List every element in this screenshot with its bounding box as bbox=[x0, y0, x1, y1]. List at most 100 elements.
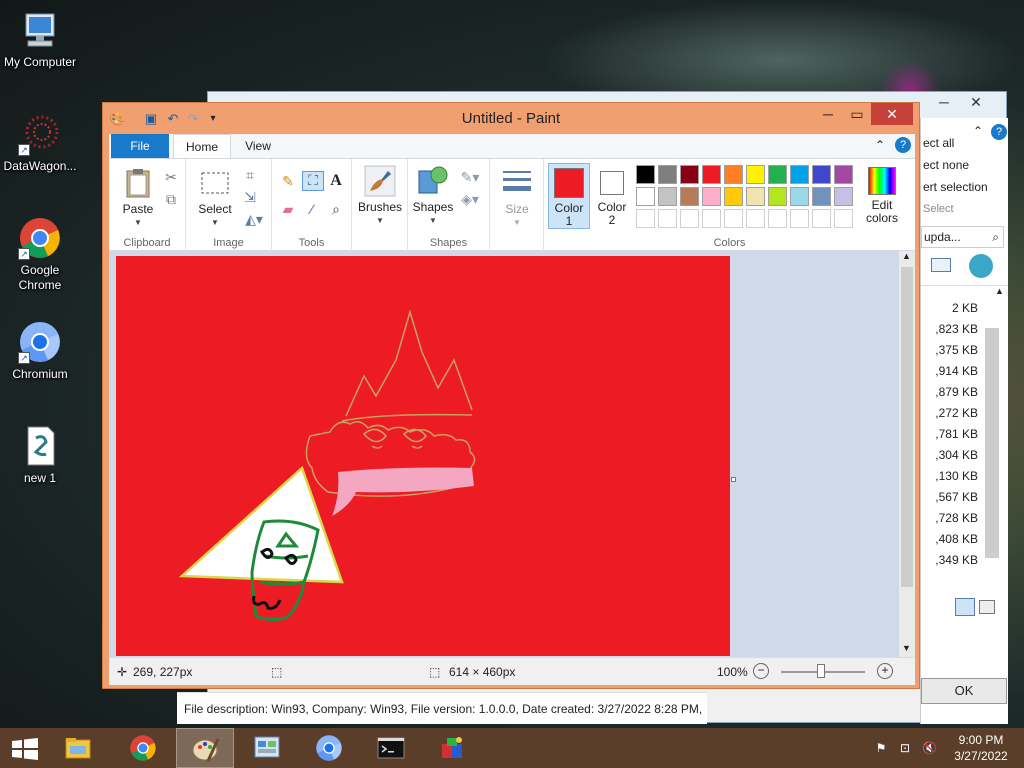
search-icon[interactable]: ⌕ bbox=[992, 227, 999, 247]
palette-swatch[interactable] bbox=[680, 165, 699, 184]
help-icon[interactable]: ? bbox=[991, 124, 1007, 140]
palette-swatch[interactable] bbox=[834, 187, 853, 206]
palette-swatch[interactable] bbox=[724, 165, 743, 184]
zoom-slider-thumb[interactable] bbox=[817, 664, 825, 678]
canvas-workspace[interactable]: ▲ ▼ bbox=[109, 251, 915, 657]
palette-swatch[interactable] bbox=[658, 187, 677, 206]
paint-window[interactable]: 🎨 ▣ ↶ ↷ ▾ Untitled - Paint ─ ▭ ✕ File Ho… bbox=[102, 102, 920, 689]
menu-select-none[interactable]: ect none bbox=[921, 154, 1008, 176]
taskbar-command-prompt[interactable] bbox=[362, 728, 420, 768]
magnifier-icon[interactable]: ⌕ bbox=[328, 201, 344, 217]
zoom-in-button[interactable]: + bbox=[877, 663, 893, 679]
palette-swatch[interactable] bbox=[812, 209, 831, 228]
resize-icon[interactable]: ⇲ bbox=[242, 189, 258, 205]
desktop-icon-my-computer[interactable]: My Computer bbox=[0, 8, 80, 70]
eraser-icon[interactable]: ▰ bbox=[280, 201, 296, 217]
clock[interactable]: 9:00 PM 3/27/2022 bbox=[946, 732, 1016, 764]
desktop-icon-google-chrome[interactable]: ↗ Google Chrome bbox=[0, 216, 80, 293]
palette-swatch[interactable] bbox=[812, 187, 831, 206]
palette-swatch[interactable] bbox=[768, 209, 787, 228]
palette-swatch[interactable] bbox=[834, 165, 853, 184]
palette-swatch[interactable] bbox=[812, 165, 831, 184]
ok-button[interactable]: OK bbox=[921, 678, 1007, 704]
palette-swatch[interactable] bbox=[680, 187, 699, 206]
desktop-icon-new-1[interactable]: new 1 bbox=[0, 424, 80, 486]
help-icon[interactable]: ? bbox=[895, 137, 911, 153]
scroll-up-icon[interactable]: ▲ bbox=[995, 286, 1004, 296]
tab-view[interactable]: View bbox=[233, 134, 283, 158]
maximize-button[interactable]: ▭ bbox=[843, 103, 871, 125]
taskbar-chrome[interactable] bbox=[114, 728, 172, 768]
taskbar-file-explorer[interactable] bbox=[49, 728, 107, 768]
palette-swatch[interactable] bbox=[790, 209, 809, 228]
tab-file[interactable]: File bbox=[111, 134, 169, 158]
scroll-up-icon[interactable]: ▲ bbox=[902, 251, 911, 261]
action-center-flag-icon[interactable]: ⚑ bbox=[874, 741, 888, 755]
palette-swatch[interactable] bbox=[746, 209, 765, 228]
paint-titlebar[interactable]: 🎨 ▣ ↶ ↷ ▾ Untitled - Paint ─ ▭ ✕ bbox=[103, 103, 919, 133]
palette-swatch[interactable] bbox=[768, 187, 787, 206]
scroll-down-icon[interactable]: ▼ bbox=[902, 643, 911, 653]
tab-home[interactable]: Home bbox=[173, 134, 231, 158]
palette-swatch[interactable] bbox=[680, 209, 699, 228]
copy-icon[interactable]: ⧉ bbox=[163, 191, 179, 207]
search-input[interactable]: upda... ⌕ bbox=[921, 226, 1004, 248]
color2-button[interactable]: Color 2 bbox=[594, 167, 630, 227]
taskbar-paint[interactable] bbox=[176, 728, 234, 768]
desktop-icon-datawagon[interactable]: ↗ DataWagon... bbox=[0, 112, 80, 174]
palette-swatch[interactable] bbox=[658, 209, 677, 228]
fill-icon[interactable]: ⛶ bbox=[302, 171, 324, 191]
details-view-icon[interactable] bbox=[955, 598, 975, 616]
collapse-icon[interactable]: ⌃ bbox=[973, 124, 983, 138]
crop-icon[interactable]: ⌗ bbox=[242, 167, 258, 183]
palette-swatch[interactable] bbox=[658, 165, 677, 184]
close-button[interactable]: ✕ bbox=[956, 94, 996, 114]
palette-swatch[interactable] bbox=[702, 187, 721, 206]
view-details-icon[interactable] bbox=[931, 258, 951, 272]
select-button[interactable]: Select ▼ bbox=[194, 167, 236, 229]
vertical-scrollbar[interactable]: ▲ ▼ bbox=[899, 251, 915, 657]
palette-swatch[interactable] bbox=[636, 165, 655, 184]
canvas-resize-handle[interactable] bbox=[731, 477, 736, 482]
edit-colors-button[interactable]: Edit colors bbox=[860, 167, 904, 225]
palette-swatch[interactable] bbox=[702, 165, 721, 184]
network-icon[interactable] bbox=[969, 254, 993, 278]
palette-swatch[interactable] bbox=[724, 209, 743, 228]
shapes-button[interactable]: Shapes ▼ bbox=[412, 165, 454, 227]
rotate-icon[interactable]: ◭▾ bbox=[242, 211, 266, 227]
color1-button[interactable]: Color 1 bbox=[548, 163, 590, 229]
start-button[interactable] bbox=[0, 728, 48, 768]
taskbar-app[interactable] bbox=[424, 728, 482, 768]
fill-shape-icon[interactable]: ◈▾ bbox=[458, 191, 482, 207]
taskbar-control-panel[interactable] bbox=[238, 728, 296, 768]
palette-swatch[interactable] bbox=[768, 165, 787, 184]
close-button[interactable]: ✕ bbox=[871, 103, 913, 125]
palette-swatch[interactable] bbox=[746, 165, 765, 184]
palette-swatch[interactable] bbox=[636, 187, 655, 206]
palette-swatch[interactable] bbox=[636, 209, 655, 228]
volume-muted-icon[interactable]: 🔇 bbox=[922, 741, 937, 755]
pencil-icon[interactable]: ✎ bbox=[280, 173, 296, 189]
palette-swatch[interactable] bbox=[702, 209, 721, 228]
text-icon[interactable]: A bbox=[328, 173, 344, 189]
explorer-scrollbar-thumb[interactable] bbox=[985, 328, 999, 558]
size-button[interactable]: Size ▼ bbox=[496, 167, 538, 229]
large-icons-view-icon[interactable] bbox=[979, 600, 995, 614]
palette-swatch[interactable] bbox=[790, 187, 809, 206]
cut-icon[interactable]: ✂ bbox=[163, 169, 179, 185]
palette-swatch[interactable] bbox=[724, 187, 743, 206]
menu-invert-selection[interactable]: ert selection bbox=[921, 176, 1008, 198]
taskbar-chromium[interactable] bbox=[300, 728, 358, 768]
collapse-ribbon-icon[interactable]: ⌃ bbox=[875, 138, 885, 152]
outline-icon[interactable]: ✎▾ bbox=[458, 169, 482, 185]
brushes-button[interactable]: Brushes ▼ bbox=[358, 165, 402, 227]
palette-swatch[interactable] bbox=[746, 187, 765, 206]
drawing-canvas[interactable] bbox=[116, 256, 730, 656]
zoom-out-button[interactable]: − bbox=[753, 663, 769, 679]
palette-swatch[interactable] bbox=[790, 165, 809, 184]
palette-swatch[interactable] bbox=[834, 209, 853, 228]
color-picker-icon[interactable]: ⁄ bbox=[304, 201, 320, 217]
desktop-icon-chromium[interactable]: ↗ Chromium bbox=[0, 320, 80, 382]
scrollbar-thumb[interactable] bbox=[901, 267, 913, 587]
paste-button[interactable]: Paste ▼ bbox=[117, 167, 159, 229]
